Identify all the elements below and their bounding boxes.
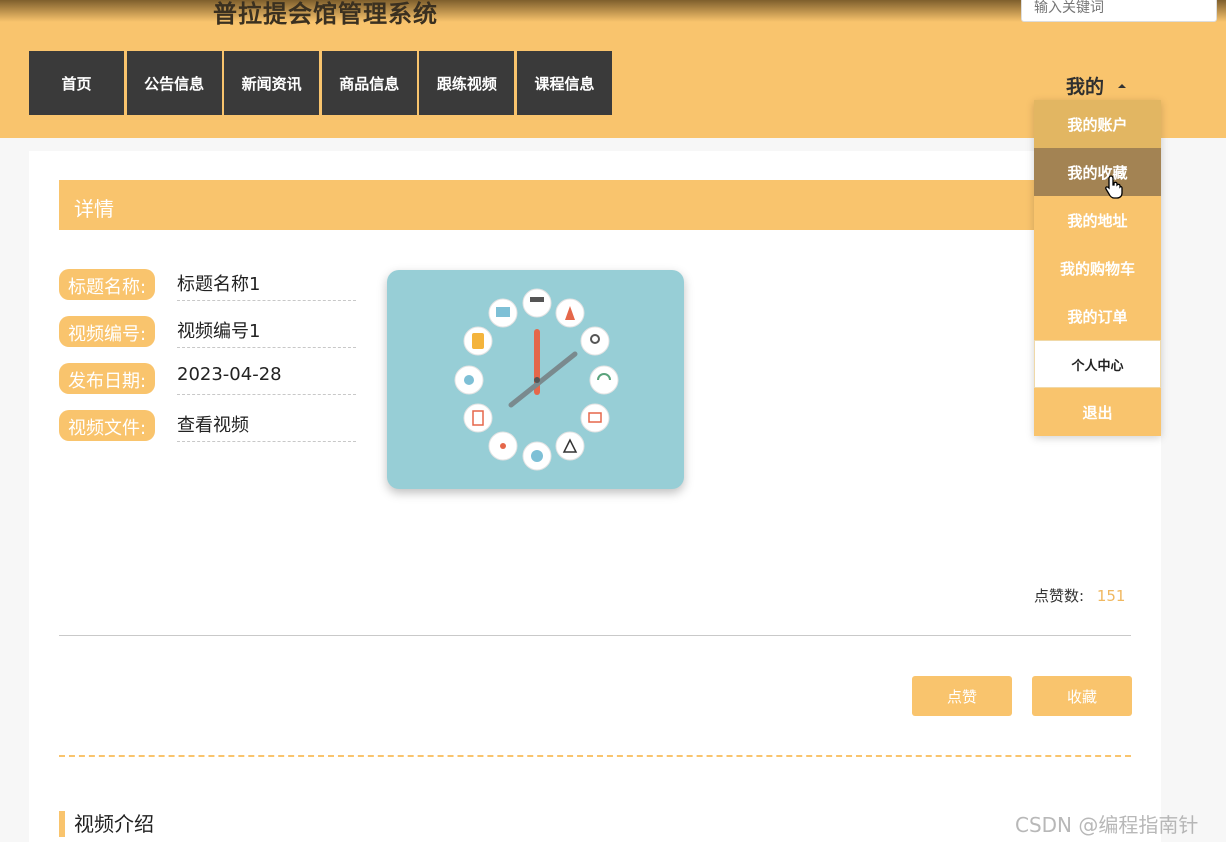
main-nav: 首页 公告信息 新闻资讯 商品信息 跟练视频 课程信息 [29, 51, 615, 115]
site-title: 普拉提会馆管理系统 [213, 0, 438, 28]
detail-header: 详情 [59, 180, 1131, 230]
dropdown-item-cart[interactable]: 我的购物车 [1034, 244, 1161, 292]
field-label: 发布日期: [59, 363, 156, 394]
dropdown-item-favorites[interactable]: 我的收藏 [1034, 148, 1161, 196]
nav-item-home[interactable]: 首页 [29, 51, 124, 115]
caret-up-icon [1118, 83, 1127, 88]
field-value: 标题名称1 [177, 269, 356, 301]
section-title-video-intro: 视频介绍 [59, 811, 154, 837]
dashed-divider [59, 755, 1131, 757]
field-value: 视频编号1 [177, 316, 356, 348]
likes-count-display: 点赞数: 151 [1034, 585, 1125, 606]
favorite-button[interactable]: 收藏 [1032, 676, 1132, 716]
likes-label: 点赞数: [1034, 587, 1085, 605]
detail-card: 详情 标题名称: 标题名称1 视频编号: 视频编号1 发布日期: 2023-04… [29, 151, 1161, 842]
field-title: 标题名称: 标题名称1 [59, 269, 356, 305]
field-video-file: 视频文件: 查看视频 [59, 410, 356, 446]
clock-education-illustration [454, 288, 619, 471]
my-menu-label: 我的 [1066, 76, 1105, 98]
search-input[interactable] [1021, 0, 1217, 22]
dropdown-item-profile[interactable]: 个人中心 [1034, 340, 1161, 388]
nav-item-courses[interactable]: 课程信息 [516, 51, 612, 115]
field-label: 视频编号: [59, 316, 156, 347]
video-thumbnail[interactable] [387, 270, 684, 489]
field-label: 标题名称: [59, 269, 156, 300]
view-video-link[interactable]: 查看视频 [177, 410, 356, 442]
nav-item-announcements[interactable]: 公告信息 [126, 51, 222, 115]
field-publish-date: 发布日期: 2023-04-28 [59, 363, 356, 399]
field-value: 2023-04-28 [177, 363, 356, 395]
my-dropdown: 我的账户 我的收藏 我的地址 我的购物车 我的订单 个人中心 退出 [1034, 100, 1161, 436]
nav-item-news[interactable]: 新闻资讯 [224, 51, 320, 115]
divider [59, 635, 1131, 636]
likes-count: 151 [1096, 587, 1126, 605]
dropdown-item-account[interactable]: 我的账户 [1034, 100, 1161, 148]
dropdown-item-logout[interactable]: 退出 [1034, 388, 1161, 436]
nav-item-products[interactable]: 商品信息 [321, 51, 417, 115]
my-menu-toggle[interactable]: 我的 [1066, 72, 1127, 99]
hand-pointer-icon [1105, 175, 1123, 199]
dropdown-item-address[interactable]: 我的地址 [1034, 196, 1161, 244]
field-label: 视频文件: [59, 410, 156, 441]
dropdown-item-orders[interactable]: 我的订单 [1034, 292, 1161, 340]
like-button[interactable]: 点赞 [912, 676, 1012, 716]
watermark: CSDN @编程指南针 [1015, 813, 1199, 837]
nav-item-videos[interactable]: 跟练视频 [419, 51, 515, 115]
field-video-number: 视频编号: 视频编号1 [59, 316, 356, 352]
